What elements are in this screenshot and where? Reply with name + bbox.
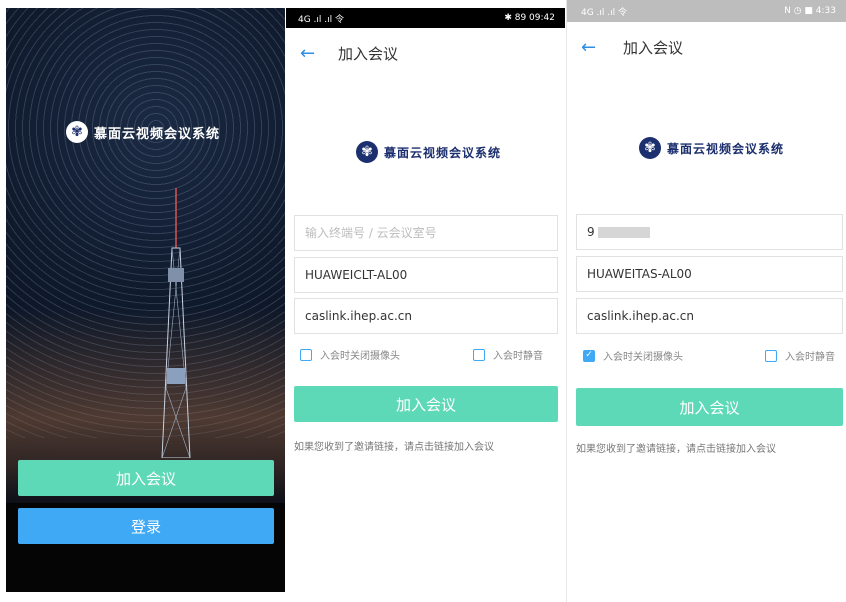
join-meeting-button[interactable]: 加入会议 — [18, 460, 274, 496]
mute-checkbox[interactable]: 入会时静音 — [765, 348, 835, 363]
top-bar: ← 加入会议 — [300, 42, 398, 64]
invite-link-hint: 如果您收到了邀请链接，请点击链接加入会议 — [576, 444, 776, 455]
display-name-input[interactable] — [294, 257, 558, 293]
join-meeting-screen-a: 4G .ıl .ıl 令 ✱ 89 09:42 ← 加入会议 ✾ 慕面云视频会议… — [286, 8, 565, 602]
top-bar: ← 加入会议 — [581, 36, 683, 58]
meeting-number-input[interactable]: 9 — [576, 214, 843, 250]
back-arrow-icon[interactable]: ← — [581, 37, 605, 58]
camera-off-checkbox[interactable]: 入会时关闭摄像头 — [300, 347, 400, 362]
meeting-number-value: 9 — [587, 225, 595, 239]
mute-checkbox[interactable]: 入会时静音 — [473, 347, 543, 362]
display-name-input[interactable] — [576, 256, 843, 292]
academy-emblem-icon: ✾ — [639, 137, 661, 159]
checkbox-icon[interactable] — [765, 349, 777, 362]
academy-emblem-icon: ✾ — [66, 121, 88, 143]
battery-time-status: N ◷ ■ 4:33 — [784, 6, 836, 16]
join-meeting-button[interactable]: 加入会议 — [294, 386, 558, 422]
camera-off-label: 入会时关闭摄像头 — [320, 351, 400, 362]
app-logo: ✾ 慕面云视频会议系统 — [356, 141, 501, 163]
camera-off-label: 入会时关闭摄像头 — [603, 352, 683, 363]
camera-off-checkbox[interactable]: ✓ 入会时关闭摄像头 — [583, 348, 683, 363]
radio-tower-image — [161, 188, 191, 458]
mute-label: 入会时静音 — [493, 351, 543, 362]
logo-text: 慕面云视频会议系统 — [384, 145, 502, 160]
page-title: 加入会议 — [338, 44, 399, 63]
splash-screen: ✾ 慕面云视频会议系统 加入会议 登录 — [6, 8, 285, 592]
logo-text: 慕面云视频会议系统 — [667, 141, 785, 156]
academy-emblem-icon: ✾ — [356, 141, 378, 163]
server-address-input[interactable] — [576, 298, 843, 334]
checkbox-icon[interactable] — [473, 348, 485, 361]
back-arrow-icon[interactable]: ← — [300, 43, 324, 64]
login-button[interactable]: 登录 — [18, 508, 274, 544]
join-meeting-button[interactable]: 加入会议 — [576, 388, 843, 426]
meeting-number-input[interactable] — [294, 215, 558, 251]
server-address-input[interactable] — [294, 298, 558, 334]
checkbox-icon[interactable] — [300, 348, 312, 361]
app-logo: ✾ 慕面云视频会议系统 — [639, 137, 784, 159]
signal-wifi-status: 4G .ıl .ıl 令 — [298, 14, 345, 25]
app-logo: ✾ 慕面云视频会议系统 — [66, 120, 236, 144]
invite-link-hint: 如果您收到了邀请链接，请点击链接加入会议 — [294, 442, 494, 453]
join-meeting-screen-b: 4G .ıl .ıl 令 N ◷ ■ 4:33 ← 加入会议 ✾ 慕面云视频会议… — [567, 0, 846, 602]
logo-text: 慕面云视频会议系统 — [94, 126, 221, 142]
battery-time-status: ✱ 89 09:42 — [504, 13, 555, 23]
page-title: 加入会议 — [623, 38, 684, 57]
signal-wifi-status: 4G .ıl .ıl 令 — [581, 7, 628, 18]
status-bar: 4G .ıl .ıl 令 N ◷ ■ 4:33 — [567, 0, 846, 22]
status-bar: 4G .ıl .ıl 令 ✱ 89 09:42 — [286, 8, 565, 28]
checkmark-icon[interactable]: ✓ — [583, 349, 595, 362]
redacted-digits — [597, 226, 650, 238]
mute-label: 入会时静音 — [785, 352, 835, 363]
